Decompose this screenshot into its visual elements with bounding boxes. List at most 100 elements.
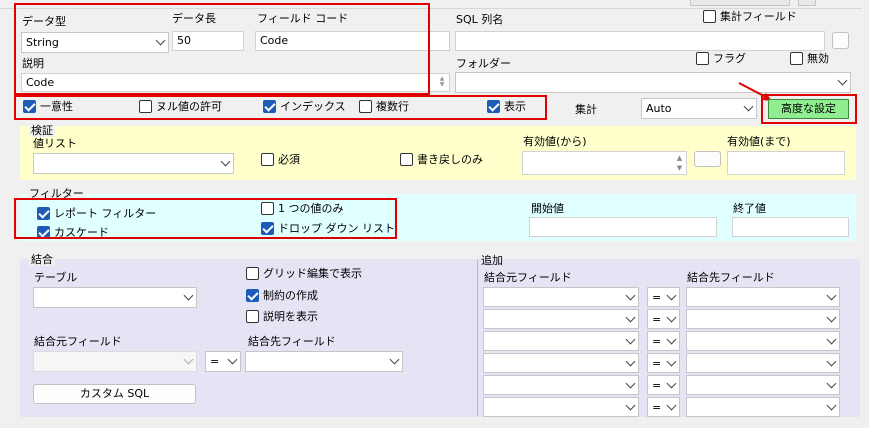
checkbox-box[interactable] xyxy=(703,10,716,23)
add-target-select[interactable] xyxy=(686,309,840,329)
add-operator-select[interactable]: = xyxy=(647,331,680,351)
add-source-field-label: 結合元フィールド xyxy=(484,271,572,284)
chevron-down-icon xyxy=(220,156,231,167)
chevron-down-icon xyxy=(183,290,194,301)
end-value-label: 終了値 xyxy=(733,202,766,215)
chevron-down-icon xyxy=(389,354,400,365)
highlight-frame-basic xyxy=(14,3,430,95)
join-table-label: テーブル xyxy=(34,271,78,284)
show-description-label: 説明を表示 xyxy=(263,310,318,323)
validation-title: 検証 xyxy=(29,124,55,137)
chevron-down-icon xyxy=(826,356,837,367)
add-operator-value: = xyxy=(652,379,662,392)
join-title: 結合 xyxy=(29,253,55,266)
add-source-select[interactable] xyxy=(483,353,639,373)
folder-select[interactable] xyxy=(455,72,851,93)
flag-label: フラグ xyxy=(713,52,746,65)
add-panel-divider xyxy=(477,260,478,416)
add-target-select[interactable] xyxy=(686,353,840,373)
value-list-select[interactable] xyxy=(33,153,234,174)
add-operator-select[interactable]: = xyxy=(647,287,680,307)
add-operator-value: = xyxy=(652,291,662,304)
add-operator-select[interactable]: = xyxy=(647,353,680,373)
description-spinner[interactable]: ▲ ▼ xyxy=(436,76,448,90)
add-operator-value: = xyxy=(652,313,662,326)
add-source-select[interactable] xyxy=(483,397,639,417)
checkbox-box[interactable] xyxy=(790,52,803,65)
value-list-label: 値リスト xyxy=(33,137,77,150)
aggregate-field-checkbox[interactable]: 集計フィールド xyxy=(703,10,797,23)
add-target-select[interactable] xyxy=(686,331,840,351)
valid-from-spinner[interactable]: ▲ ▼ xyxy=(674,153,685,173)
checkbox-box[interactable] xyxy=(246,310,259,323)
chevron-down-icon xyxy=(826,378,837,389)
add-operator-value: = xyxy=(652,335,662,348)
advanced-settings-button[interactable]: 高度な設定 xyxy=(768,99,849,119)
valid-to-label: 有効値(まで) xyxy=(727,135,791,148)
chevron-down-icon xyxy=(837,75,848,86)
show-description-checkbox[interactable]: 説明を表示 xyxy=(246,310,318,323)
checkbox-box[interactable] xyxy=(696,52,709,65)
writeback-only-checkbox[interactable]: 書き戻しのみ xyxy=(400,153,483,166)
show-grid-edit-label: グリッド編集で表示 xyxy=(263,267,362,280)
chevron-down-icon xyxy=(625,378,636,389)
chevron-down-icon xyxy=(625,312,636,323)
join-table-select[interactable] xyxy=(33,287,197,308)
add-title: 追加 xyxy=(481,254,503,267)
join-target-field-label: 結合先フィールド xyxy=(248,335,336,348)
join-operator-select[interactable]: = xyxy=(205,351,241,372)
join-target-field-select[interactable] xyxy=(245,351,403,372)
chevron-down-icon xyxy=(826,400,837,411)
chevron-down-icon xyxy=(625,400,636,411)
chevron-down-icon xyxy=(666,400,677,411)
checkbox-box[interactable] xyxy=(400,153,413,166)
folder-label: フォルダー xyxy=(456,57,511,70)
checkbox-box[interactable] xyxy=(246,267,259,280)
sql-name-input[interactable] xyxy=(455,31,825,51)
add-operator-select[interactable]: = xyxy=(647,397,680,417)
valid-from-extra-button[interactable] xyxy=(694,151,721,167)
sql-extra-button[interactable] xyxy=(832,32,849,49)
sql-name-label: SQL 列名 xyxy=(456,13,504,26)
disabled-label: 無効 xyxy=(807,52,829,65)
add-source-select[interactable] xyxy=(483,309,639,329)
chevron-down-icon xyxy=(826,290,837,301)
add-source-select[interactable] xyxy=(483,287,639,307)
add-operator-select[interactable]: = xyxy=(647,309,680,329)
aggregate-value: Auto xyxy=(646,102,672,115)
join-source-field-label: 結合元フィールド xyxy=(34,335,122,348)
custom-sql-button[interactable]: カスタム SQL xyxy=(33,384,196,404)
flag-checkbox[interactable]: フラグ xyxy=(696,52,746,65)
chevron-down-icon xyxy=(625,334,636,345)
chevron-down-icon xyxy=(227,354,238,365)
add-target-select[interactable] xyxy=(686,397,840,417)
top-scroll-button[interactable] xyxy=(690,0,790,6)
start-value-input[interactable] xyxy=(529,217,717,237)
add-target-select[interactable] xyxy=(686,375,840,395)
create-constraint-checkbox[interactable]: 制約の作成 xyxy=(246,289,318,302)
top-small-button[interactable] xyxy=(798,0,816,6)
chevron-down-icon xyxy=(666,312,677,323)
add-operator-select[interactable]: = xyxy=(647,375,680,395)
checkbox-box[interactable] xyxy=(261,153,274,166)
start-value-label: 開始値 xyxy=(531,202,564,215)
required-checkbox[interactable]: 必須 xyxy=(261,153,300,166)
checkbox-box[interactable] xyxy=(246,289,259,302)
join-operator-value: = xyxy=(210,355,220,368)
show-grid-edit-checkbox[interactable]: グリッド編集で表示 xyxy=(246,267,362,280)
valid-from-input[interactable] xyxy=(522,151,687,175)
highlight-frame-attributes xyxy=(14,95,547,120)
aggregate-label: 集計 xyxy=(575,103,597,116)
required-label: 必須 xyxy=(278,153,300,166)
valid-to-input[interactable] xyxy=(727,151,845,175)
end-value-input[interactable] xyxy=(732,217,849,237)
add-operator-value: = xyxy=(652,357,662,370)
disabled-checkbox[interactable]: 無効 xyxy=(790,52,829,65)
chevron-down-icon xyxy=(826,334,837,345)
add-source-select[interactable] xyxy=(483,331,639,351)
aggregate-field-label: 集計フィールド xyxy=(720,10,797,23)
add-target-field-label: 結合先フィールド xyxy=(687,271,775,284)
add-source-select[interactable] xyxy=(483,375,639,395)
add-target-select[interactable] xyxy=(686,287,840,307)
join-source-field-select[interactable] xyxy=(33,351,197,372)
